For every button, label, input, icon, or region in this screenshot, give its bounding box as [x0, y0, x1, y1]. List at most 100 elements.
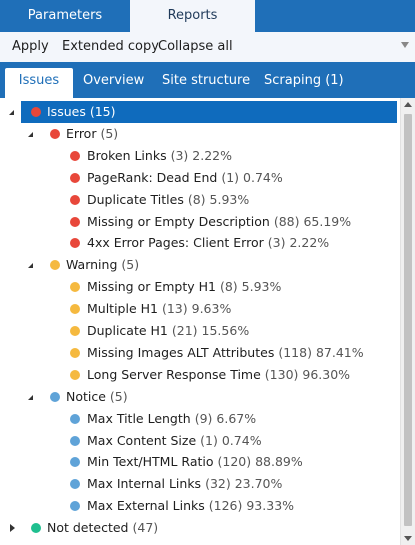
vertical-scrollbar[interactable]	[400, 98, 415, 545]
tree-item-percent: 65.19%	[303, 213, 352, 229]
tree-row[interactable]: Error (5)	[0, 123, 400, 145]
tree-item-label: Not detected	[47, 520, 129, 536]
status-dot-icon	[70, 369, 80, 380]
status-dot-icon	[70, 457, 80, 468]
status-dot-icon	[70, 150, 80, 161]
expanded-arrow-icon[interactable]	[27, 254, 37, 276]
tree-row[interactable]: Issues (15)	[0, 101, 400, 123]
tree-row[interactable]: Long Server Response Time (130) 96.30%	[0, 364, 400, 386]
tree-row-text: Not detected (47)	[47, 517, 158, 539]
tree-row[interactable]: Multiple H1 (13) 9.63%	[0, 298, 400, 320]
tree-row-text: Duplicate H1 (21) 15.56%	[87, 320, 249, 342]
scroll-down-icon[interactable]	[404, 536, 412, 541]
tree-item-label: Error	[66, 125, 97, 141]
tree-row[interactable]: Broken Links (3) 2.22%	[0, 145, 400, 167]
tree-row-text: Max Title Length (9) 6.67%	[87, 408, 256, 430]
tree-row-text: Duplicate Titles (8) 5.93%	[87, 189, 249, 211]
tree-item-count: (1)	[221, 169, 240, 185]
tree-item-count: (88)	[273, 213, 300, 229]
collapsed-arrow-icon[interactable]	[8, 517, 18, 539]
tab-scraping[interactable]: Scraping (1)	[264, 68, 344, 98]
report-tab-bar: Issues Overview Site structure Scraping …	[0, 62, 415, 98]
top-tab-bar: Parameters Reports	[0, 0, 415, 32]
tree-row[interactable]: Max Content Size (1) 0.74%	[0, 430, 400, 452]
tab-parameters[interactable]: Parameters	[0, 0, 130, 32]
status-dot-icon	[70, 413, 80, 424]
tree-item-label: Issues	[47, 104, 86, 119]
tab-site-structure[interactable]: Site structure	[162, 68, 250, 98]
tree-row-text: Warning (5)	[66, 254, 139, 276]
tree-item-label: Max Title Length	[87, 410, 191, 426]
tree-item-count: (21)	[171, 323, 198, 338]
tree-item-count: (47)	[132, 520, 159, 536]
tree-item-percent: 88.89%	[255, 454, 303, 470]
extended-copy-button[interactable]: Extended copy	[62, 39, 159, 54]
tree-item-label: Notice	[66, 388, 106, 404]
tree-row-text: Notice (5)	[66, 386, 128, 408]
tree-item-label: 4xx Error Pages: Client Error	[87, 235, 264, 251]
tree-row-text: Max Internal Links (32) 23.70%	[87, 473, 282, 495]
expanded-arrow-icon[interactable]	[27, 386, 37, 408]
tree-item-count: (13)	[161, 301, 188, 317]
tree-item-label: Warning	[66, 257, 118, 273]
tree-row[interactable]: Max Title Length (9) 6.67%	[0, 408, 400, 430]
tree-item-percent: 0.74%	[221, 432, 262, 448]
status-dot-icon	[70, 501, 80, 512]
tree-row[interactable]: 4xx Error Pages: Client Error (3) 2.22%	[0, 232, 400, 254]
tree-row[interactable]: Missing or Empty Description (88) 65.19%	[0, 211, 400, 233]
tree-row[interactable]: Max External Links (126) 93.33%	[0, 495, 400, 517]
status-dot-icon	[70, 194, 80, 205]
scrollbar-thumb[interactable]	[404, 114, 412, 526]
tree-row-text: Error (5)	[66, 123, 118, 145]
status-dot-icon	[31, 107, 41, 117]
tree-row[interactable]: Missing Images ALT Attributes (118) 87.4…	[0, 342, 400, 364]
expanded-arrow-icon[interactable]	[27, 123, 37, 145]
tab-issues[interactable]: Issues	[5, 68, 73, 98]
tab-reports[interactable]: Reports	[130, 0, 255, 32]
tree-row[interactable]: Max Internal Links (32) 23.70%	[0, 473, 400, 495]
tree-item-label: Duplicate Titles	[87, 191, 184, 207]
collapse-all-button[interactable]: Collapse all	[158, 39, 233, 54]
expanded-arrow-icon[interactable]	[8, 101, 18, 123]
apply-button[interactable]: Apply	[12, 39, 49, 54]
chevron-down-icon[interactable]	[401, 42, 409, 48]
tree-item-count: (3)	[170, 147, 189, 163]
tree-item-label: Max External Links	[87, 498, 205, 514]
status-dot-icon	[70, 347, 80, 358]
tree-row[interactable]: Duplicate Titles (8) 5.93%	[0, 189, 400, 211]
tree-row-text: Missing or Empty H1 (8) 5.93%	[87, 276, 281, 298]
tree-item-count: (120)	[217, 454, 252, 470]
toolbar: Apply Extended copy Collapse all	[0, 32, 415, 62]
issues-tree: Issues (15) Error (5) Broken Links (3) 2.2…	[0, 98, 400, 545]
tree-row-text: Multiple H1 (13) 9.63%	[87, 298, 231, 320]
tree-row[interactable]: Warning (5)	[0, 254, 400, 276]
tree-item-label: Missing Images ALT Attributes	[87, 344, 275, 360]
status-dot-icon	[70, 238, 80, 249]
tree-row[interactable]: Notice (5)	[0, 386, 400, 408]
tree-row[interactable]: PageRank: Dead End (1) 0.74%	[0, 167, 400, 189]
scroll-up-icon[interactable]	[404, 102, 412, 107]
tree-row[interactable]: Min Text/HTML Ratio (120) 88.89%	[0, 451, 400, 473]
tree-item-percent: 87.41%	[315, 344, 364, 360]
tree-row[interactable]: Not detected (47)	[0, 517, 400, 539]
tree-row[interactable]: Missing or Empty H1 (8) 5.93%	[0, 276, 400, 298]
tree-item-label: Max Content Size	[87, 432, 197, 448]
tree-item-count: (1)	[200, 432, 218, 448]
tree-item-count: (3)	[267, 235, 286, 251]
tree-row[interactable]: Duplicate H1 (21) 15.56%	[0, 320, 400, 342]
tree-item-percent: 15.56%	[201, 323, 250, 338]
status-dot-icon	[70, 172, 80, 183]
tree-row-text: Broken Links (3) 2.22%	[87, 145, 232, 167]
tree-row-text: Issues (15)	[47, 101, 116, 123]
tree-item-count: (126)	[208, 498, 243, 514]
tree-item-count: (118)	[278, 344, 312, 360]
tree-item-percent: 5.93%	[241, 279, 282, 295]
tree-item-percent: 0.74%	[243, 169, 283, 185]
tree-item-percent: 5.93%	[209, 191, 250, 207]
status-dot-icon	[50, 391, 60, 402]
tab-overview[interactable]: Overview	[83, 68, 144, 98]
tree-item-percent: 2.22%	[289, 235, 330, 251]
tree-item-label: PageRank: Dead End	[87, 169, 218, 185]
tree-item-count: (130)	[264, 366, 299, 382]
status-dot-icon	[31, 523, 41, 534]
